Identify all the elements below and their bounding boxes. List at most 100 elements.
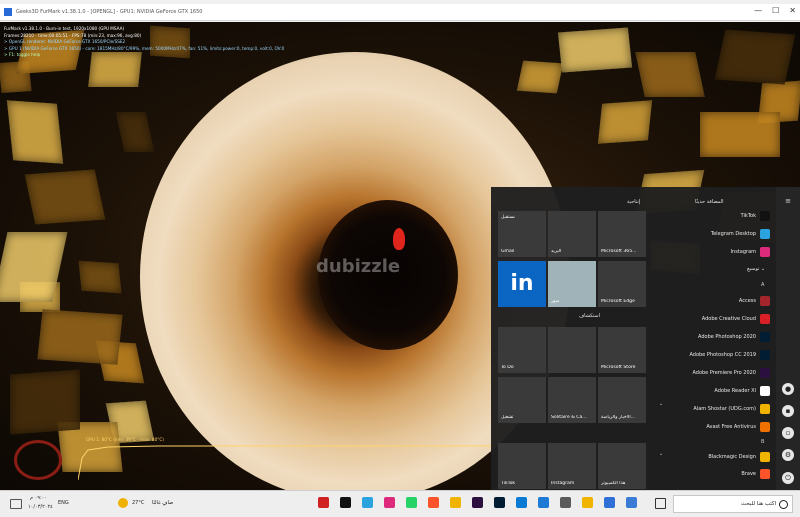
start-tile[interactable]: هذا الكمبيوتر	[598, 443, 646, 489]
taskbar: اكتب هنا للبحث ٠٩:٠٠ م ١٠/٠٣/٢٠٢٤ ENG 27…	[0, 490, 800, 517]
start-tile-label: TikTok	[501, 481, 516, 486]
tunnel-block	[6, 100, 64, 164]
expand-recent-button[interactable]: توسيع ⌄	[747, 266, 765, 272]
taskbar-instagram-icon[interactable]	[384, 497, 395, 508]
app-list-item-label: Telegram Desktop	[710, 231, 756, 237]
weather-icon[interactable]	[118, 498, 128, 508]
power-icon[interactable]: ⏻	[782, 472, 794, 484]
search-icon	[779, 500, 788, 509]
app-list-item[interactable]: Brave	[741, 469, 770, 479]
taskbar-mail-icon[interactable]	[538, 497, 549, 508]
start-tile-label: تشغيل	[501, 415, 514, 420]
minimize-button[interactable]: —	[754, 6, 762, 15]
temperature-graph	[78, 445, 498, 480]
notifications-icon[interactable]	[10, 499, 22, 509]
app-list-item[interactable]: Avast Free Antivirus	[706, 422, 770, 432]
taskbar-premiere-icon[interactable]	[472, 497, 483, 508]
taskbar-widgets-icon[interactable]	[626, 497, 637, 508]
search-placeholder: اكتب هنا للبحث	[740, 501, 776, 507]
letter-header-b[interactable]: B	[761, 439, 764, 445]
app-list-item[interactable]: Telegram Desktop	[711, 229, 770, 239]
app-list-item[interactable]: Access	[739, 296, 770, 306]
task-view-icon[interactable]	[655, 498, 666, 509]
pinned-header: إنتاجية	[627, 199, 641, 205]
language-indicator[interactable]: ENG	[58, 500, 69, 506]
app-list-item[interactable]: Adobe Reader XI	[714, 386, 770, 396]
collapse-chevron-icon-2[interactable]: ⌄	[659, 451, 663, 457]
start-tile[interactable]: الأخبار والرياضة...	[598, 377, 646, 423]
start-tile[interactable]: To Do	[498, 327, 546, 373]
taskbar-telegram-icon[interactable]	[362, 497, 373, 508]
weather-temp[interactable]: 27°C	[132, 500, 144, 506]
account-icon[interactable]: ●	[782, 383, 794, 395]
taskbar-files-icon[interactable]	[450, 497, 461, 508]
app-list-item[interactable]: TikTok	[741, 211, 770, 221]
osd-line-gpu: > GPU 1 (NVIDIA GeForce GTX 1650) - core…	[4, 45, 285, 51]
taskbar-todo-icon[interactable]	[604, 497, 615, 508]
start-tile[interactable]	[548, 327, 596, 373]
app-list-item[interactable]: Adobe Photoshop CC 2019	[689, 350, 770, 360]
taskbar-search-box[interactable]: اكتب هنا للبحث	[673, 495, 793, 513]
start-menu: إنتاجية استكشاف المضافة حديثًا Gmail نستق…	[491, 187, 800, 490]
app-list-item-label: Blackmagic Design	[708, 454, 756, 460]
app-icon	[760, 469, 770, 479]
start-tile-label: To Do	[501, 365, 514, 370]
taskbar-edge-icon[interactable]	[516, 497, 527, 508]
documents-icon[interactable]: ▪	[782, 405, 794, 417]
tunnel-block	[597, 100, 653, 144]
start-tile[interactable]: Microsoft 365...	[598, 211, 646, 257]
tunnel-block	[37, 309, 123, 365]
weather-text[interactable]: صافٍ غالبًا	[152, 500, 173, 506]
app-list-item[interactable]: Blackmagic Design	[708, 452, 770, 462]
tunnel-block	[10, 369, 80, 435]
start-tile[interactable]: Microsoft Edge	[598, 261, 646, 307]
app-icon	[760, 332, 770, 342]
start-tile[interactable]: صور	[548, 261, 596, 307]
menu-icon[interactable]: ≡	[782, 195, 794, 207]
app-list-item-label: Adobe Reader XI	[714, 388, 756, 394]
settings-icon[interactable]: ⚙	[782, 449, 794, 461]
app-icon	[760, 314, 770, 324]
start-tile-label: Gmail	[501, 249, 515, 254]
osd-line-title: FurMark v1.38.1.0 - Burn-in test, 1920x1…	[4, 26, 125, 31]
start-tile-label: هذا الكمبيوتر	[601, 481, 626, 486]
clock-time[interactable]: ٠٩:٠٠ م	[30, 495, 47, 501]
app-list-item[interactable]: Adobe Photoshop 2020	[698, 332, 770, 342]
temperature-graph-label: GPU 1: 80°C (min: 39°C - max: 80°C)	[86, 437, 164, 442]
taskbar-whatsapp-icon[interactable]	[406, 497, 417, 508]
start-tile[interactable]: Microsoft Store	[598, 327, 646, 373]
taskbar-store-icon[interactable]	[560, 497, 571, 508]
furmark-osd: FurMark v1.38.1.0 - Burn-in test, 1920x1…	[4, 26, 284, 59]
start-tile[interactable]: البريد	[548, 211, 596, 257]
taskbar-photoshop-icon[interactable]	[494, 497, 505, 508]
letter-header-a[interactable]: A	[761, 282, 764, 288]
furmark-logo	[14, 440, 62, 480]
app-list-item-label: Instagram	[730, 249, 756, 255]
start-tile[interactable]: Gmail نستقبل	[498, 211, 546, 257]
start-tile[interactable]: تشغيل	[498, 377, 546, 423]
app-list-item[interactable]: Adobe Creative Cloud	[702, 314, 770, 324]
maximize-button[interactable]: ☐	[772, 6, 779, 15]
app-list-item[interactable]: Adobe Premiere Pro 2020	[692, 368, 770, 378]
start-tile[interactable]: in	[498, 261, 546, 307]
app-list-item[interactable]: Alam Shostar (UDG.com)	[693, 404, 770, 414]
start-tile[interactable]: Solitaire & Ca...	[548, 377, 596, 423]
pictures-icon[interactable]: ▫	[782, 427, 794, 439]
taskbar-tiktok-icon[interactable]	[340, 497, 351, 508]
app-icon	[760, 247, 770, 257]
app-icon	[4, 8, 12, 16]
app-icon	[760, 211, 770, 221]
window-titlebar[interactable]: Geeks3D FurMark v1.38.1.0 - [OPENGL] - G…	[0, 4, 800, 21]
clock-date[interactable]: ١٠/٠٣/٢٠٢٤	[28, 504, 53, 510]
taskbar-explorer-icon[interactable]	[582, 497, 593, 508]
screen: Geeks3D FurMark v1.38.1.0 - [OPENGL] - G…	[0, 0, 800, 517]
taskbar-furmark-icon[interactable]	[318, 497, 329, 508]
app-list-item[interactable]: Instagram	[731, 247, 770, 257]
close-button[interactable]: ✕	[789, 6, 796, 15]
taskbar-brave-icon[interactable]	[428, 497, 439, 508]
app-list-item-label: TikTok	[740, 213, 756, 219]
start-tile[interactable]: Instagram	[548, 443, 596, 489]
collapse-chevron-icon[interactable]: ⌄	[659, 401, 663, 407]
app-list-item-label: Adobe Creative Cloud	[701, 316, 756, 322]
start-tile[interactable]: TikTok	[498, 443, 546, 489]
